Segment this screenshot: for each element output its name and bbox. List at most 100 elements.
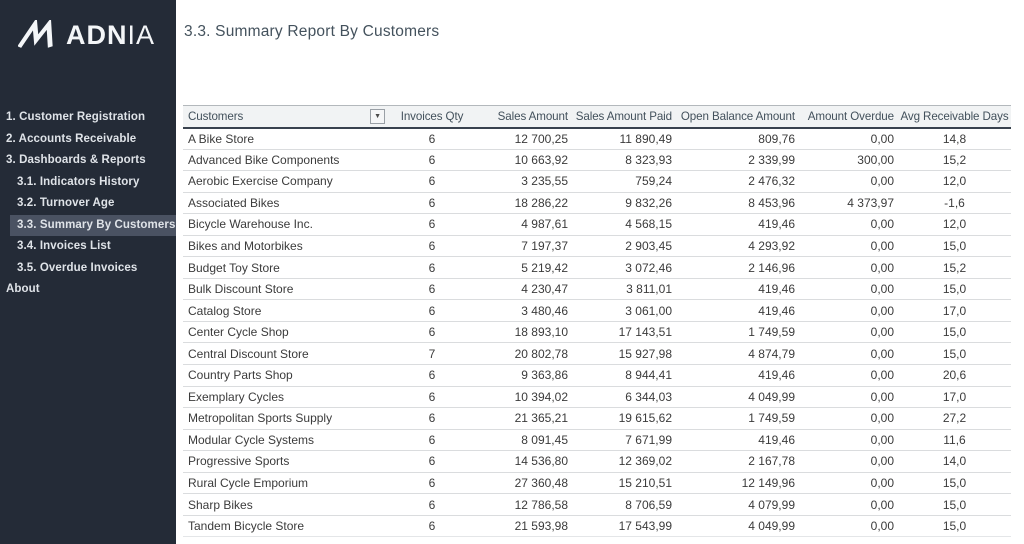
sidebar-item-3-dashboards-reports[interactable]: 3. Dashboards & Reports bbox=[0, 150, 176, 172]
value-cell: 0,00 bbox=[799, 278, 898, 300]
value-cell: 15,2 bbox=[898, 149, 1011, 171]
table-row: Tandem Bicycle Store621 593,9817 543,994… bbox=[183, 515, 1011, 537]
value-cell: 6 bbox=[390, 149, 474, 171]
value-cell: 6 bbox=[390, 429, 474, 451]
value-cell: 8 323,93 bbox=[572, 149, 676, 171]
value-cell: 8 453,96 bbox=[676, 192, 799, 214]
customer-name-cell: Bikes and Motorbikes bbox=[183, 235, 390, 257]
value-cell: 419,46 bbox=[676, 365, 799, 387]
customer-name-cell: Progressive Sports bbox=[183, 451, 390, 473]
value-cell: 15,0 bbox=[898, 494, 1011, 516]
value-cell: 6 bbox=[390, 128, 474, 150]
value-cell: 2 339,99 bbox=[676, 149, 799, 171]
value-cell: 7 bbox=[390, 343, 474, 365]
value-cell: 11 890,49 bbox=[572, 128, 676, 150]
value-cell: 27 360,48 bbox=[474, 472, 572, 494]
table-row: Rural Cycle Emporium627 360,4815 210,511… bbox=[183, 472, 1011, 494]
app-window: ADNIA 1. Customer Registration2. Account… bbox=[0, 0, 1024, 544]
value-cell: 10 663,92 bbox=[474, 149, 572, 171]
value-cell: 4 373,97 bbox=[799, 192, 898, 214]
value-cell: 0,00 bbox=[799, 321, 898, 343]
customer-name-cell: Sharp Bikes bbox=[183, 494, 390, 516]
value-cell: 419,46 bbox=[676, 300, 799, 322]
column-header-sales-amount: Sales Amount bbox=[474, 106, 572, 128]
sidebar-item-3-5-overdue-invoices[interactable]: 3.5. Overdue Invoices bbox=[0, 258, 176, 280]
brand-logo: ADNIA bbox=[18, 20, 155, 50]
table-row: Central Discount Store720 802,7815 927,9… bbox=[183, 343, 1011, 365]
value-cell: 0,00 bbox=[799, 451, 898, 473]
value-cell: 5 219,42 bbox=[474, 257, 572, 279]
adnia-logo-icon bbox=[18, 20, 56, 50]
value-cell: 6 bbox=[390, 214, 474, 236]
table-row: Advanced Bike Components610 663,928 323,… bbox=[183, 149, 1011, 171]
customers-filter-dropdown-button[interactable]: ▼ bbox=[370, 109, 385, 124]
brand-name: ADNIA bbox=[66, 22, 155, 49]
value-cell: 12,0 bbox=[898, 214, 1011, 236]
customer-name-cell: Country Parts Shop bbox=[183, 365, 390, 387]
table-row: A Bike Store612 700,2511 890,49809,760,0… bbox=[183, 128, 1011, 150]
sidebar-item-3-2-turnover-age[interactable]: 3.2. Turnover Age bbox=[0, 193, 176, 215]
table-row: Center Cycle Shop618 893,1017 143,511 74… bbox=[183, 321, 1011, 343]
customer-name-cell: Tandem Bicycle Store bbox=[183, 515, 390, 537]
value-cell: 0,00 bbox=[799, 472, 898, 494]
value-cell: 809,76 bbox=[676, 128, 799, 150]
main-content: 3.3. Summary Report By Customers Custome… bbox=[176, 0, 1024, 544]
value-cell: 7 671,99 bbox=[572, 429, 676, 451]
column-header-label: Sales Amount bbox=[498, 110, 568, 123]
value-cell: 0,00 bbox=[799, 171, 898, 193]
value-cell: 6 bbox=[390, 408, 474, 430]
table-row: Modular Cycle Systems68 091,457 671,9941… bbox=[183, 429, 1011, 451]
value-cell: 0,00 bbox=[799, 515, 898, 537]
value-cell: 15,0 bbox=[898, 515, 1011, 537]
value-cell: 6 bbox=[390, 257, 474, 279]
sidebar-item-about[interactable]: About bbox=[0, 279, 176, 301]
value-cell: 12 149,96 bbox=[676, 472, 799, 494]
value-cell: 3 061,00 bbox=[572, 300, 676, 322]
customer-name-cell: Exemplary Cycles bbox=[183, 386, 390, 408]
value-cell: 7 197,37 bbox=[474, 235, 572, 257]
column-header-open-balance-amount: Open Balance Amount bbox=[676, 106, 799, 128]
sidebar-item-1-customer-registration[interactable]: 1. Customer Registration bbox=[0, 107, 176, 129]
column-header-label: Sales Amount Paid bbox=[576, 110, 672, 123]
table-row: Progressive Sports614 536,8012 369,022 1… bbox=[183, 451, 1011, 473]
table-row: Bikes and Motorbikes67 197,372 903,454 2… bbox=[183, 235, 1011, 257]
value-cell: 4 987,61 bbox=[474, 214, 572, 236]
table-header-row: Customers▼Invoices QtySales AmountSales … bbox=[183, 106, 1011, 128]
value-cell: 419,46 bbox=[676, 278, 799, 300]
customer-name-cell: Bicycle Warehouse Inc. bbox=[183, 214, 390, 236]
value-cell: 4 874,79 bbox=[676, 343, 799, 365]
value-cell: 1 749,59 bbox=[676, 321, 799, 343]
table-row: Bicycle Warehouse Inc.64 987,614 568,154… bbox=[183, 214, 1011, 236]
table-row: Bulk Discount Store64 230,473 811,01419,… bbox=[183, 278, 1011, 300]
customer-name-cell: Rural Cycle Emporium bbox=[183, 472, 390, 494]
column-header-avg-receivable-days: Avg Receivable Days bbox=[898, 106, 1011, 128]
value-cell: 6 bbox=[390, 515, 474, 537]
value-cell: 0,00 bbox=[799, 365, 898, 387]
value-cell: 2 146,96 bbox=[676, 257, 799, 279]
value-cell: 6 bbox=[390, 192, 474, 214]
value-cell: 6 bbox=[390, 278, 474, 300]
value-cell: 4 568,15 bbox=[572, 214, 676, 236]
sidebar-item-3-1-indicators-history[interactable]: 3.1. Indicators History bbox=[0, 172, 176, 194]
value-cell: 20,6 bbox=[898, 365, 1011, 387]
value-cell: 300,00 bbox=[799, 149, 898, 171]
value-cell: 0,00 bbox=[799, 300, 898, 322]
sidebar-item-3-3-summary-by-customers[interactable]: 3.3. Summary By Customers bbox=[10, 215, 176, 237]
sidebar-nav: 1. Customer Registration2. Accounts Rece… bbox=[0, 107, 176, 301]
value-cell: 15,0 bbox=[898, 321, 1011, 343]
value-cell: 15 927,98 bbox=[572, 343, 676, 365]
value-cell: 6 bbox=[390, 494, 474, 516]
value-cell: 8 944,41 bbox=[572, 365, 676, 387]
column-header-label: Open Balance Amount bbox=[681, 110, 795, 123]
value-cell: 10 394,02 bbox=[474, 386, 572, 408]
value-cell: 12 700,25 bbox=[474, 128, 572, 150]
sidebar-item-2-accounts-receivable[interactable]: 2. Accounts Receivable bbox=[0, 129, 176, 151]
customer-name-cell: Advanced Bike Components bbox=[183, 149, 390, 171]
value-cell: 12,0 bbox=[898, 171, 1011, 193]
value-cell: 759,24 bbox=[572, 171, 676, 193]
value-cell: 12 369,02 bbox=[572, 451, 676, 473]
value-cell: 3 072,46 bbox=[572, 257, 676, 279]
value-cell: 4 049,99 bbox=[676, 515, 799, 537]
sidebar-item-3-4-invoices-list[interactable]: 3.4. Invoices List bbox=[0, 236, 176, 258]
table-row: Catalog Store63 480,463 061,00419,460,00… bbox=[183, 300, 1011, 322]
